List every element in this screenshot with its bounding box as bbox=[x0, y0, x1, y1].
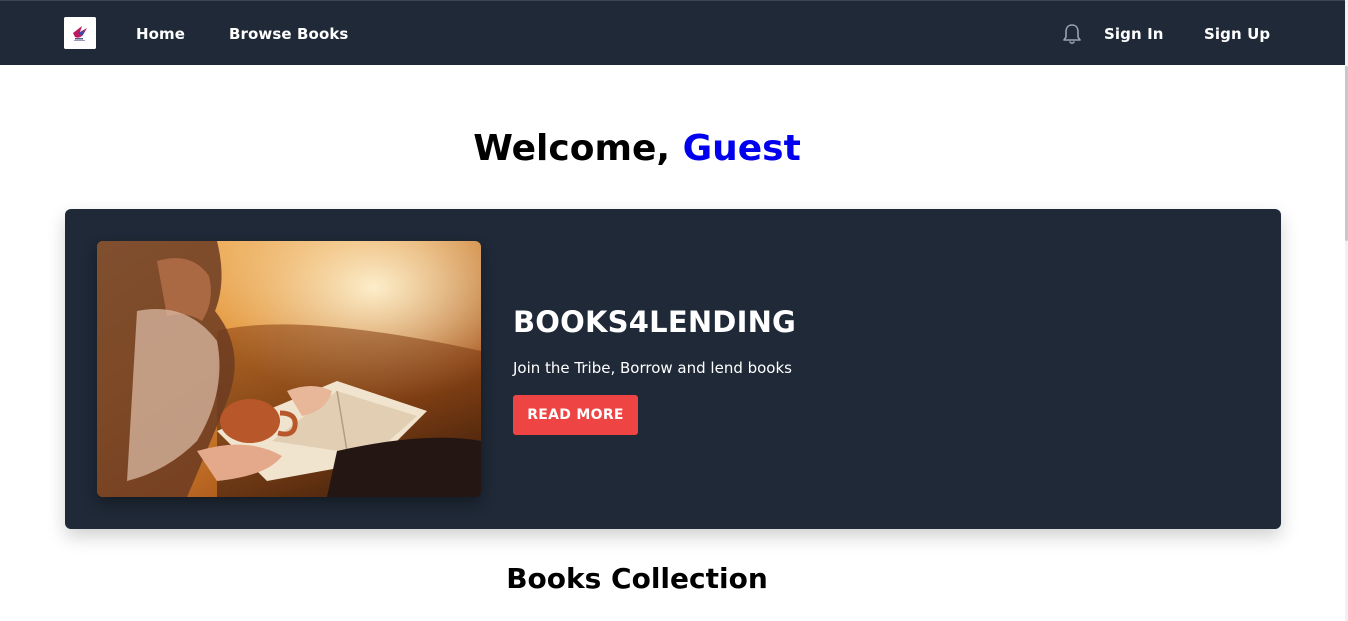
hero-title: BOOKS4LENDING bbox=[513, 305, 797, 339]
top-navbar: Home Browse Books Sign In Sign Up bbox=[0, 0, 1348, 65]
bird-logo-icon[interactable] bbox=[64, 17, 96, 49]
hero-reading-photo bbox=[97, 241, 481, 497]
nav-browse-books-link[interactable]: Browse Books bbox=[229, 25, 348, 43]
welcome-heading: Welcome, Guest bbox=[0, 128, 1274, 169]
read-more-button[interactable]: READ MORE bbox=[513, 395, 638, 435]
sign-up-link[interactable]: Sign Up bbox=[1204, 25, 1270, 43]
welcome-user-name: Guest bbox=[682, 128, 801, 169]
welcome-prefix: Welcome, bbox=[473, 128, 683, 169]
hero-subtitle: Join the Tribe, Borrow and lend books bbox=[513, 359, 792, 377]
books-collection-heading: Books Collection bbox=[506, 562, 768, 595]
sign-in-link[interactable]: Sign In bbox=[1104, 25, 1164, 43]
hero-banner: BOOKS4LENDING Join the Tribe, Borrow and… bbox=[65, 209, 1281, 529]
nav-home-link[interactable]: Home bbox=[136, 25, 185, 43]
bell-icon[interactable] bbox=[1061, 22, 1083, 46]
